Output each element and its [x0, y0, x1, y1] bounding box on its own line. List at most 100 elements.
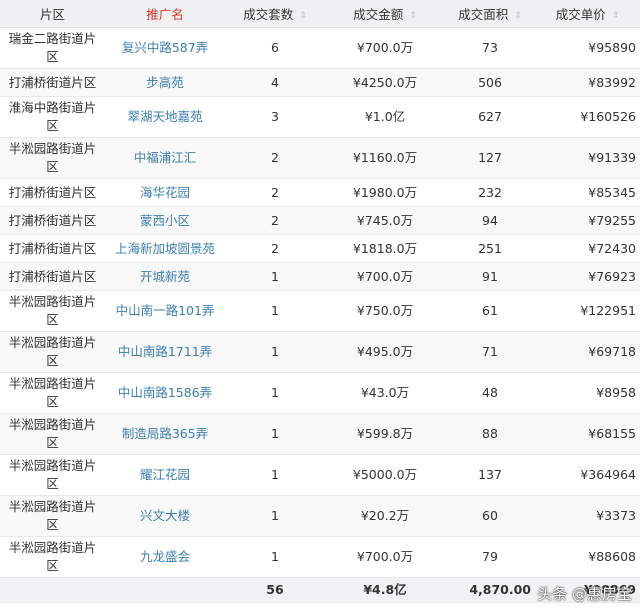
cell-unit-price: ¥76923 — [535, 262, 640, 291]
cell-unit-price: ¥88608 — [535, 536, 640, 578]
cell-count: 1 — [225, 413, 325, 455]
header-label: 成交金额 — [353, 7, 404, 22]
watermark: 头条 @惠房宝 — [537, 585, 632, 603]
table-row: 打浦桥街道片区 步高苑 4 ¥4250.0万 506 ¥83992 — [0, 68, 640, 97]
cell-unit-price: ¥8958 — [535, 372, 640, 414]
cell-amount: ¥4250.0万 — [325, 68, 445, 97]
sort-icon[interactable]: ⇕ — [299, 11, 307, 21]
cell-unit-price: ¥85345 — [535, 178, 640, 207]
cell-count: 1 — [225, 372, 325, 414]
cell-name[interactable]: 兴文大楼 — [105, 495, 225, 537]
cell-name[interactable]: 上海新加坡圆景苑 — [105, 234, 225, 263]
cell-district: 打浦桥街道片区 — [0, 206, 105, 235]
total-district — [0, 577, 105, 603]
cell-area: 61 — [445, 290, 535, 332]
cell-district: 半淞园路街道片区 — [0, 372, 105, 414]
cell-name[interactable]: 蒙西小区 — [105, 206, 225, 235]
cell-count: 3 — [225, 96, 325, 138]
cell-district: 半淞园路街道片区 — [0, 290, 105, 332]
cell-name[interactable]: 九龙盛会 — [105, 536, 225, 578]
cell-amount: ¥1818.0万 — [325, 234, 445, 263]
cell-name[interactable]: 翠湖天地嘉苑 — [105, 96, 225, 138]
transactions-table: 片区 推广名 成交套数 ⇕ 成交金额 ⇕ 成交面积 ⇕ 成交单价 ⇕ 瑞金二路街道片区 复兴中路58… — [0, 0, 640, 603]
cell-amount: ¥700.0万 — [325, 27, 445, 69]
table-row: 打浦桥街道片区 开城新苑 1 ¥700.0万 91 ¥76923 — [0, 262, 640, 291]
cell-name[interactable]: 耀江花园 — [105, 454, 225, 496]
sort-icon[interactable]: ⇕ — [612, 11, 620, 21]
cell-amount: ¥1160.0万 — [325, 137, 445, 179]
cell-count: 2 — [225, 137, 325, 179]
cell-count: 2 — [225, 234, 325, 263]
header-label: 成交单价 — [555, 7, 606, 22]
table-row: 半淞园路街道片区 九龙盛会 1 ¥700.0万 79 ¥88608 — [0, 536, 640, 578]
cell-district: 半淞园路街道片区 — [0, 413, 105, 455]
header-unit-price[interactable]: 成交单价 ⇕ — [535, 0, 640, 28]
header-amount[interactable]: 成交金额 ⇕ — [325, 0, 445, 28]
table-row: 打浦桥街道片区 上海新加坡圆景苑 2 ¥1818.0万 251 ¥72430 — [0, 234, 640, 263]
cell-name[interactable]: 中福浦江汇 — [105, 137, 225, 179]
cell-district: 打浦桥街道片区 — [0, 262, 105, 291]
cell-district: 半淞园路街道片区 — [0, 454, 105, 496]
cell-area: 73 — [445, 27, 535, 69]
cell-count: 1 — [225, 262, 325, 291]
sort-icon[interactable]: ⇕ — [514, 11, 522, 21]
cell-name[interactable]: 海华花园 — [105, 178, 225, 207]
cell-count: 1 — [225, 495, 325, 537]
cell-unit-price: ¥68155 — [535, 413, 640, 455]
header-name: 推广名 — [105, 0, 225, 28]
table-row: 打浦桥街道片区 蒙西小区 2 ¥745.0万 94 ¥79255 — [0, 206, 640, 235]
cell-area: 48 — [445, 372, 535, 414]
cell-amount: ¥745.0万 — [325, 206, 445, 235]
cell-area: 71 — [445, 331, 535, 373]
header-label: 片区 — [39, 7, 65, 22]
cell-name[interactable]: 开城新苑 — [105, 262, 225, 291]
cell-count: 2 — [225, 178, 325, 207]
table-row: 半淞园路街道片区 中山南路1586弄 1 ¥43.0万 48 ¥8958 — [0, 372, 640, 414]
cell-unit-price: ¥95890 — [535, 27, 640, 69]
cell-name[interactable]: 步高苑 — [105, 68, 225, 97]
cell-amount: ¥599.8万 — [325, 413, 445, 455]
cell-amount: ¥700.0万 — [325, 536, 445, 578]
header-area[interactable]: 成交面积 ⇕ — [445, 0, 535, 28]
total-count: 56 — [225, 577, 325, 603]
table-row: 半淞园路街道片区 中山南一路101弄 1 ¥750.0万 61 ¥122951 — [0, 290, 640, 332]
sort-icon[interactable]: ⇕ — [409, 11, 417, 21]
cell-unit-price: ¥91339 — [535, 137, 640, 179]
cell-amount: ¥5000.0万 — [325, 454, 445, 496]
cell-amount: ¥495.0万 — [325, 331, 445, 373]
cell-name[interactable]: 中山南路1586弄 — [105, 372, 225, 414]
cell-count: 1 — [225, 536, 325, 578]
cell-district: 打浦桥街道片区 — [0, 178, 105, 207]
header-label: 成交面积 — [458, 7, 509, 22]
cell-name[interactable]: 中山南一路101弄 — [105, 290, 225, 332]
cell-unit-price: ¥160526 — [535, 96, 640, 138]
cell-unit-price: ¥122951 — [535, 290, 640, 332]
cell-amount: ¥20.2万 — [325, 495, 445, 537]
cell-amount: ¥1.0亿 — [325, 96, 445, 138]
header-count[interactable]: 成交套数 ⇕ — [225, 0, 325, 28]
header-label: 成交套数 — [243, 7, 294, 22]
cell-name[interactable]: 制造局路365弄 — [105, 413, 225, 455]
cell-unit-price: ¥69718 — [535, 331, 640, 373]
total-amount: ¥4.8亿 — [325, 577, 445, 603]
cell-name[interactable]: 复兴中路587弄 — [105, 27, 225, 69]
table-row: 半淞园路街道片区 中福浦江汇 2 ¥1160.0万 127 ¥91339 — [0, 137, 640, 179]
table-row: 打浦桥街道片区 海华花园 2 ¥1980.0万 232 ¥85345 — [0, 178, 640, 207]
cell-area: 127 — [445, 137, 535, 179]
cell-count: 1 — [225, 331, 325, 373]
cell-count: 6 — [225, 27, 325, 69]
cell-district: 半淞园路街道片区 — [0, 137, 105, 179]
cell-unit-price: ¥3373 — [535, 495, 640, 537]
total-area: 4,870.00 — [445, 577, 535, 603]
cell-name[interactable]: 中山南路1711弄 — [105, 331, 225, 373]
cell-unit-price: ¥364964 — [535, 454, 640, 496]
cell-amount: ¥750.0万 — [325, 290, 445, 332]
table-row: 淮海中路街道片区 翠湖天地嘉苑 3 ¥1.0亿 627 ¥160526 — [0, 96, 640, 138]
header-label: 推广名 — [146, 7, 184, 22]
cell-district: 打浦桥街道片区 — [0, 234, 105, 263]
table-row: 瑞金二路街道片区 复兴中路587弄 6 ¥700.0万 73 ¥95890 — [0, 27, 640, 69]
header-district: 片区 — [0, 0, 105, 28]
cell-amount: ¥43.0万 — [325, 372, 445, 414]
cell-unit-price: ¥83992 — [535, 68, 640, 97]
cell-area: 91 — [445, 262, 535, 291]
